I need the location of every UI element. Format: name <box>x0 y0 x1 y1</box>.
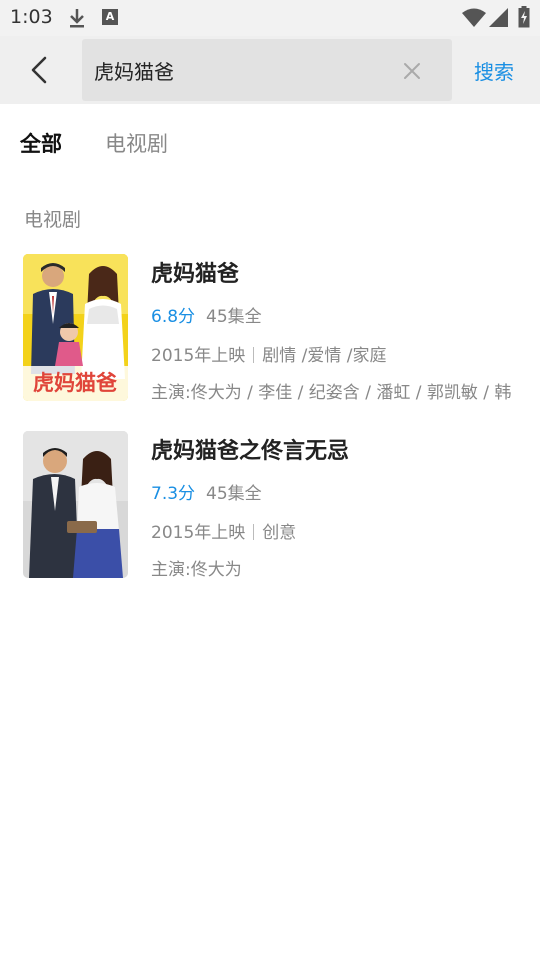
genres: 创意 <box>262 523 297 543</box>
result-cast: 主演:佟大为 <box>151 560 242 580</box>
result-title: 虎妈猫爸之佟言无忌 <box>151 439 350 464</box>
search-box[interactable] <box>82 39 452 101</box>
result-score: 6.8分 <box>151 307 196 327</box>
a-icon: A <box>102 9 118 25</box>
search-button[interactable]: 搜索 <box>474 56 514 85</box>
result-title: 虎妈猫爸 <box>151 262 240 287</box>
release-year: 2015年上映 <box>151 346 246 366</box>
result-meta: 2015年上映 创意 <box>151 518 296 543</box>
result-score: 7.3分 <box>151 484 196 504</box>
clear-button[interactable] <box>400 59 424 83</box>
release-year: 2015年上映 <box>151 523 246 543</box>
genres: 剧情 /爱情 /家庭 <box>262 346 387 366</box>
category-tabs: 全部 电视剧 <box>0 120 540 164</box>
meta-divider <box>253 347 255 363</box>
meta-divider <box>253 524 255 540</box>
wifi-icon <box>462 8 486 32</box>
back-arrow-icon <box>31 56 47 84</box>
section-title: 电视剧 <box>24 209 82 231</box>
battery-icon <box>518 6 530 32</box>
download-icon <box>68 8 86 32</box>
tab-tv-series[interactable]: 电视剧 <box>105 128 168 158</box>
status-bar: 1:03 A <box>0 0 540 36</box>
poster-image <box>23 431 128 578</box>
result-episodes: 45集全 <box>206 307 262 327</box>
result-episodes: 45集全 <box>206 484 262 504</box>
clear-icon <box>404 63 420 79</box>
search-header: 搜索 <box>0 36 540 104</box>
signal-icon <box>489 8 509 32</box>
search-input[interactable] <box>94 55 394 85</box>
result-item[interactable]: 虎妈猫爸之佟言无忌 7.3分 45集全 2015年上映 创意 主演:佟大为 <box>0 431 540 581</box>
poster-image: 虎妈猫爸 <box>23 254 128 401</box>
back-button[interactable] <box>20 50 60 90</box>
result-cast: 主演:佟大为 / 李佳 / 纪姿含 / 潘虹 / 郭凯敏 / 韩 <box>151 383 512 403</box>
result-item[interactable]: 虎妈猫爸 虎妈猫爸 6.8分 45集全 2015年上映 剧情 /爱情 /家庭 主演… <box>0 254 540 404</box>
poster-title: 虎妈猫爸 <box>33 371 117 395</box>
result-meta: 2015年上映 剧情 /爱情 /家庭 <box>151 341 387 366</box>
tab-all[interactable]: 全部 <box>20 128 62 158</box>
status-time: 1:03 <box>10 6 53 28</box>
